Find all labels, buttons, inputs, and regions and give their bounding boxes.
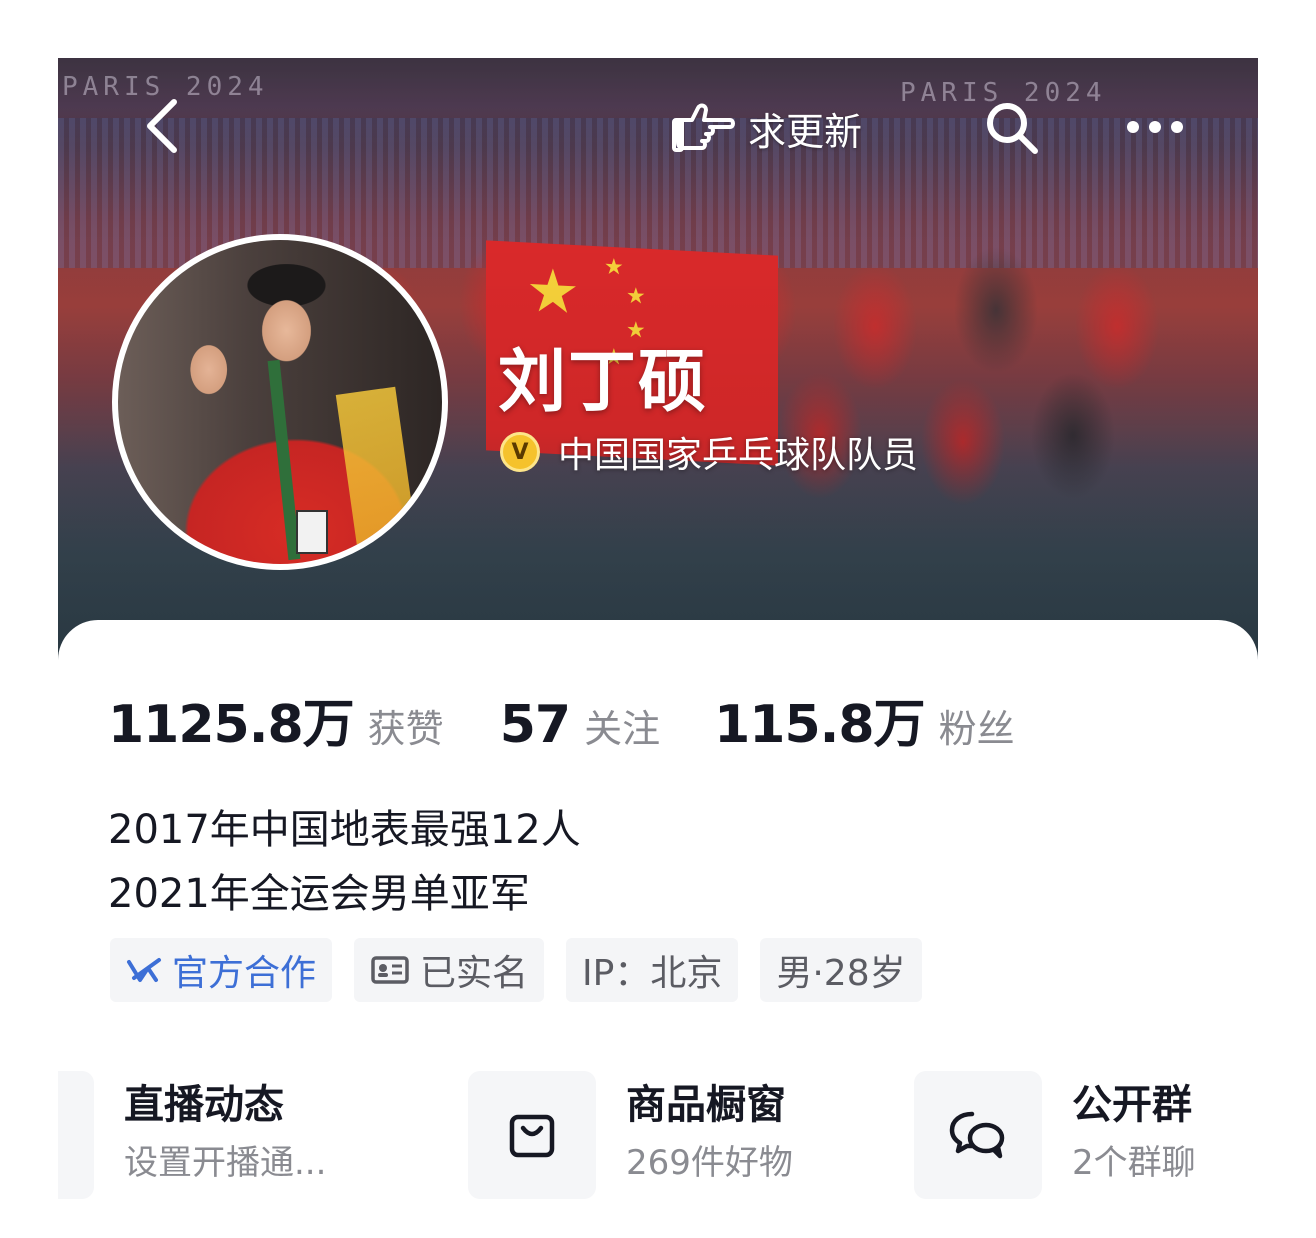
profile-info-card: 1125.8万 获赞 57 关注 115.8万 粉丝 2017年中国地表最强12… [58,620,1258,1238]
services-row: 直播动态 设置开播通... 商品橱窗 269件好物 公开群 2个群聊 [58,1070,1258,1200]
profile-banner: ★ ★ ★ ★ ★ PARIS 2024 PARIS 2024 求更新 [58,58,1258,678]
service-group-title: 公开群 [1072,1082,1192,1128]
tag-real-name-label: 已实名 [420,953,529,994]
stat-followers-label: 粉丝 [938,707,1015,751]
search-icon [987,103,1038,154]
tag-gender-age: 男·28岁 [760,938,922,1002]
tag-ip-location: IP：北京 [566,938,739,1002]
avatar[interactable] [112,234,448,570]
live-icon [58,1071,94,1199]
service-shop-title: 商品橱窗 [626,1082,786,1128]
more-dots-icon [1127,121,1183,133]
stat-likes-value: 1125.8万 [108,695,355,755]
bio-line: 2017年中国地表最强12人 [108,807,581,853]
service-live-subtitle: 设置开播通... [124,1143,327,1183]
service-group-subtitle: 2个群聊 [1072,1143,1196,1183]
service-live-title: 直播动态 [124,1082,284,1128]
service-public-group[interactable]: 公开群 2个群聊 [914,1070,1196,1200]
bio-line: 2021年全运会男单亚军 [108,871,530,917]
id-card-icon [370,954,410,986]
verified-title: 中国国家乒乓球队队员 [558,435,919,476]
stat-followers-value: 115.8万 [714,695,925,755]
tag-ip-label: IP：北京 [582,953,723,994]
stat-following-label: 关注 [584,707,661,751]
stat-likes[interactable]: 1125.8万 获赞 [108,682,444,757]
stat-following-value: 57 [499,695,571,755]
official-cooperation-icon [126,954,162,986]
tag-gender-age-label: 男·28岁 [776,953,906,994]
tag-official-label: 官方合作 [172,953,317,994]
service-shop-subtitle: 269件好物 [626,1143,793,1183]
request-update-label: 求更新 [748,109,863,154]
chat-bubbles-icon [914,1071,1042,1199]
stat-following[interactable]: 57 关注 [500,695,660,755]
stats-row: 1125.8万 获赞 57 关注 115.8万 粉丝 [108,682,1015,757]
bio: 2017年中国地表最强12人 2021年全运会男单亚军 [108,798,581,926]
stat-followers[interactable]: 115.8万 粉丝 [714,682,1015,757]
profile-name: 刘丁硕 [498,343,709,422]
shopping-bag-icon [468,1071,596,1199]
stat-likes-label: 获赞 [367,707,444,751]
tag-official-cooperation[interactable]: 官方合作 [110,938,333,1002]
pointing-hand-icon [672,103,735,152]
verified-badge-icon: V [500,432,540,472]
chevron-left-icon [147,99,177,153]
profile-tags: 官方合作 已实名 IP：北京 男·28岁 [110,938,944,1002]
verification-row: V 中国国家乒乓球队队员 [500,426,918,478]
profile-page: ★ ★ ★ ★ ★ PARIS 2024 PARIS 2024 求更新 [58,58,1258,1238]
search-button[interactable] [980,96,1044,160]
service-live[interactable]: 直播动态 设置开播通... [58,1070,326,1200]
more-button[interactable] [1120,102,1190,152]
back-button[interactable] [132,94,192,158]
request-update-button[interactable]: 求更新 [672,98,862,158]
tag-real-name[interactable]: 已实名 [354,938,545,1002]
service-shop-window[interactable]: 商品橱窗 269件好物 [468,1070,793,1200]
